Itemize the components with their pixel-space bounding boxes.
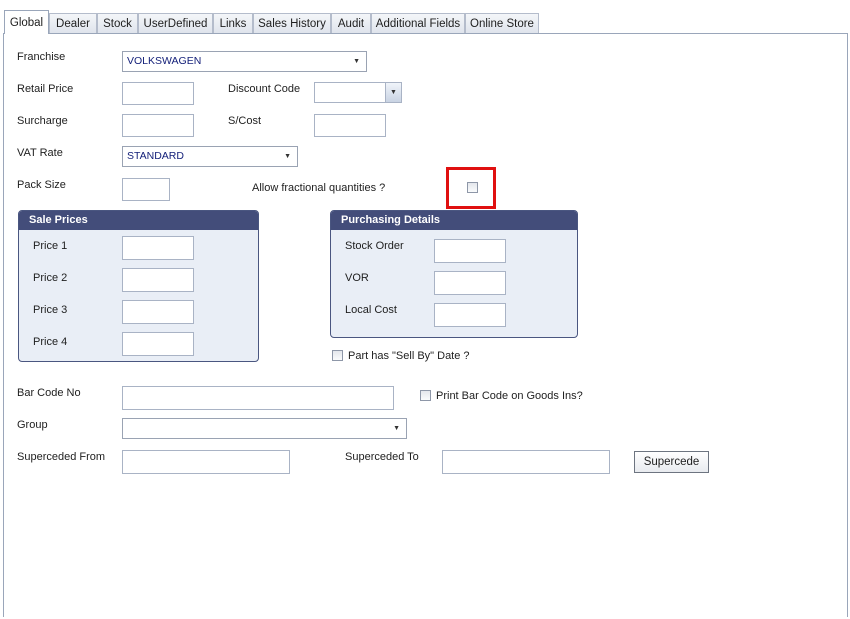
bar-code-label: Bar Code No (17, 387, 81, 399)
price-2-input[interactable] (122, 268, 194, 292)
purchasing-details-header: Purchasing Details (331, 211, 577, 230)
tab-online-store[interactable]: Online Store (465, 13, 539, 33)
superceded-from-input[interactable] (122, 450, 290, 474)
group-label: Group (17, 419, 48, 431)
chevron-down-icon: ▼ (393, 425, 400, 432)
retail-price-label: Retail Price (17, 83, 74, 95)
tab-stock[interactable]: Stock (97, 13, 138, 33)
tab-audit[interactable]: Audit (331, 13, 371, 33)
fractional-label: Allow fractional quantities ? (252, 182, 386, 194)
tab-global[interactable]: Global (4, 10, 49, 34)
vor-label: VOR (345, 272, 369, 284)
stock-order-label: Stock Order (345, 240, 404, 252)
chevron-down-icon[interactable]: ▼ (385, 83, 401, 102)
superceded-from-label: Superceded From (17, 451, 106, 463)
superceded-to-label: Superceded To (345, 451, 419, 463)
superceded-to-input[interactable] (442, 450, 610, 474)
vat-rate-label: VAT Rate (17, 147, 63, 159)
tab-dealer[interactable]: Dealer (49, 13, 97, 33)
surcharge-label: Surcharge (17, 115, 68, 127)
vat-rate-select[interactable]: STANDARD ▼ (122, 146, 298, 167)
price-3-input[interactable] (122, 300, 194, 324)
franchise-label: Franchise (17, 51, 66, 63)
scost-input[interactable] (314, 114, 386, 137)
price-1-input[interactable] (122, 236, 194, 260)
franchise-value: VOLKSWAGEN (127, 55, 202, 67)
surcharge-input[interactable] (122, 114, 194, 137)
retail-price-input[interactable] (122, 82, 194, 105)
tab-sales-history[interactable]: Sales History (253, 13, 331, 33)
supercede-button[interactable]: Supercede (634, 451, 709, 473)
price-4-label: Price 4 (33, 336, 68, 348)
bar-code-input[interactable] (122, 386, 394, 410)
scost-label: S/Cost (228, 115, 262, 127)
fractional-checkbox[interactable] (467, 182, 478, 193)
sale-prices-header: Sale Prices (19, 211, 258, 230)
discount-code-label: Discount Code (228, 83, 301, 95)
chevron-down-icon: ▼ (284, 153, 291, 160)
local-cost-label: Local Cost (345, 304, 397, 316)
sell-by-checkbox[interactable] (332, 350, 343, 361)
price-1-label: Price 1 (33, 240, 68, 252)
local-cost-input[interactable] (434, 303, 506, 327)
tab-strip: Global Dealer Stock UserDefined Links Sa… (0, 0, 850, 34)
tab-links[interactable]: Links (213, 13, 253, 33)
vor-input[interactable] (434, 271, 506, 295)
sell-by-label: Part has "Sell By" Date ? (348, 350, 470, 362)
tab-additional-fields[interactable]: Additional Fields (371, 13, 465, 33)
tab-userdefined[interactable]: UserDefined (138, 13, 213, 33)
chevron-down-icon: ▼ (353, 58, 360, 65)
price-4-input[interactable] (122, 332, 194, 356)
print-bar-code-checkbox[interactable] (420, 390, 431, 401)
vat-rate-value: STANDARD (127, 150, 184, 162)
pack-size-label: Pack Size (17, 179, 66, 191)
price-2-label: Price 2 (33, 272, 68, 284)
pack-size-input[interactable] (122, 178, 170, 201)
stock-order-input[interactable] (434, 239, 506, 263)
discount-code-select[interactable]: ▼ (314, 82, 402, 103)
franchise-select[interactable]: VOLKSWAGEN ▼ (122, 51, 367, 72)
group-select[interactable]: ▼ (122, 418, 407, 439)
price-3-label: Price 3 (33, 304, 68, 316)
print-bar-code-label: Print Bar Code on Goods Ins? (436, 390, 583, 402)
